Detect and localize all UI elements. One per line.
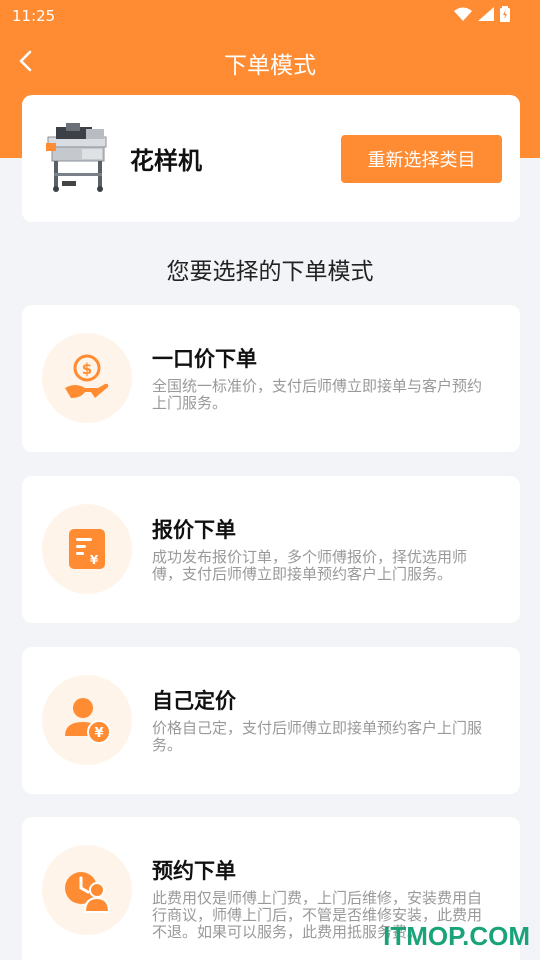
mode-card-quote[interactable]: ¥ 报价下单 成功发布报价订单，多个师傅报价，择优选用师傅，支付后师傅立即接单预… (22, 476, 520, 623)
mode-description: 成功发布报价订单，多个师傅报价，择优选用师傅，支付后师傅立即接单预约客户上门服务… (152, 548, 468, 583)
mode-icon-container: $ (42, 333, 132, 423)
product-card: 花样机 重新选择类目 (22, 95, 520, 222)
mode-title: 预约下单 (152, 859, 236, 883)
svg-text:¥: ¥ (90, 553, 99, 567)
mode-icon-container: ¥ (42, 675, 132, 765)
mode-card-self-price[interactable]: ¥ 自己定价 价格自己定，支付后师傅立即接单预约客户上门服务。 (22, 647, 520, 794)
nav-bar: 下单模式 (0, 32, 540, 90)
mode-icon-container (42, 845, 132, 935)
mode-icon-container: ¥ (42, 504, 132, 594)
status-bar: 11:25 (0, 0, 540, 32)
mode-description: 全国统一标准价，支付后师傅立即接单与客户预约上门服务。 (152, 377, 483, 412)
clock-user-icon (65, 872, 111, 913)
page-title: 下单模式 (224, 53, 316, 79)
mode-title: 一口价下单 (152, 347, 257, 371)
coin-hand-icon: $ (65, 354, 109, 398)
battery-icon (500, 6, 510, 22)
svg-text:$: $ (82, 360, 92, 378)
mode-title: 自己定价 (152, 689, 236, 713)
status-icons (454, 6, 510, 22)
reselect-category-button[interactable]: 重新选择类目 (341, 135, 502, 183)
signal-icon (478, 7, 494, 21)
mode-title: 报价下单 (152, 518, 236, 542)
watermark: ITMOP.COM (383, 921, 530, 951)
status-time: 11:25 (12, 7, 56, 25)
wifi-icon (454, 7, 472, 21)
sewing-machine-image (46, 123, 107, 192)
section-title: 您要选择的下单模式 (166, 259, 374, 285)
mode-card-fixed-price[interactable]: $ 一口价下单 全国统一标准价，支付后师傅立即接单与客户预约上门服务。 (22, 305, 520, 452)
product-name: 花样机 (130, 147, 202, 175)
quote-document-icon: ¥ (69, 529, 105, 569)
mode-description: 价格自己定，支付后师傅立即接单预约客户上门服务。 (152, 719, 483, 754)
user-price-icon: ¥ (65, 698, 111, 744)
svg-text:¥: ¥ (94, 726, 103, 741)
